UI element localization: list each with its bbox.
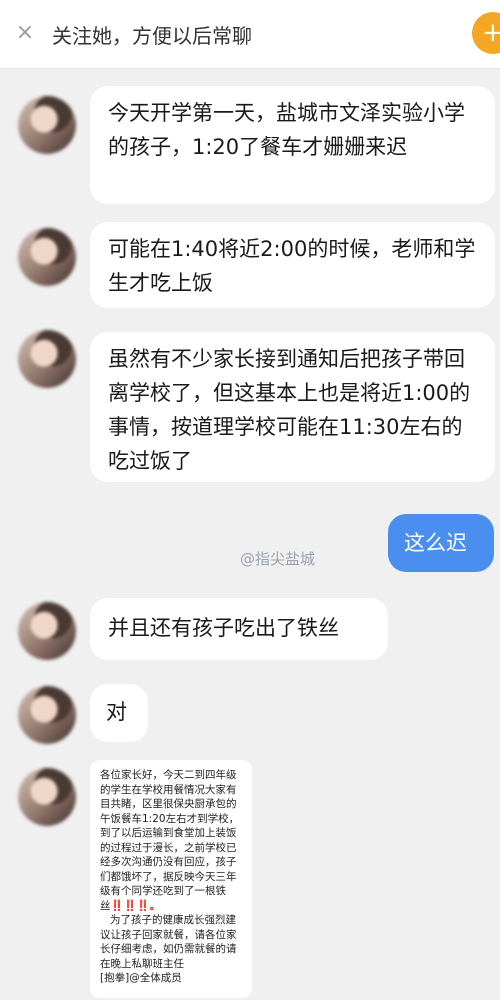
follow-banner: × 关注她，方便以后常聊 + bbox=[0, 0, 500, 69]
watermark: @指尖盐城 bbox=[240, 550, 316, 568]
message-bubble[interactable]: 今天开学第一天，盐城市文泽实验小学的孩子，1:20了餐车才姗姗来迟 bbox=[90, 86, 495, 204]
avatar[interactable] bbox=[18, 96, 76, 154]
notice-image-message[interactable]: 各位家长好，今天二到四年级的学生在学校用餐情况大家有目共睹，区里很保央厨承包的午… bbox=[90, 760, 252, 998]
message-bubble[interactable]: 并且还有孩子吃出了铁丝 bbox=[90, 598, 388, 660]
avatar[interactable] bbox=[18, 228, 76, 286]
avatar[interactable] bbox=[18, 602, 76, 660]
message-bubble[interactable]: 可能在1:40将近2:00的时候，老师和学生才吃上饭 bbox=[90, 222, 495, 308]
follow-prompt-text: 关注她，方便以后常聊 bbox=[52, 24, 252, 48]
notice-closing: [抱拳]@全体成员 bbox=[100, 972, 182, 984]
notice-paragraph: 为了孩子的健康成长强烈建议让孩子回家就餐，请各位家长仔细考虑，如仍需就餐的请在晚… bbox=[100, 914, 237, 970]
message-bubble[interactable]: 虽然有不少家长接到通知后把孩子带回离学校了，但这基本上也是将近1:00的事情，按… bbox=[90, 332, 495, 482]
avatar[interactable] bbox=[18, 686, 76, 744]
exclaim-mark: ‼️‼️ bbox=[110, 899, 137, 912]
notice-text: 各位家长好，今天二到四年级的学生在学校用餐情况大家有目共睹，区里很保央厨承包的午… bbox=[100, 769, 240, 912]
my-message-bubble[interactable]: 这么迟 bbox=[388, 514, 494, 572]
avatar[interactable] bbox=[18, 768, 76, 826]
notice-paragraph: 各位家长好，今天二到四年级的学生在学校用餐情况大家有目共睹，区里很保央厨承包的午… bbox=[100, 768, 244, 913]
avatar[interactable] bbox=[18, 330, 76, 388]
close-icon[interactable]: × bbox=[14, 22, 36, 44]
exclaim-mark: ‼️。 bbox=[136, 899, 161, 912]
message-bubble[interactable]: 对 bbox=[90, 684, 148, 742]
follow-button[interactable]: + bbox=[472, 12, 500, 54]
